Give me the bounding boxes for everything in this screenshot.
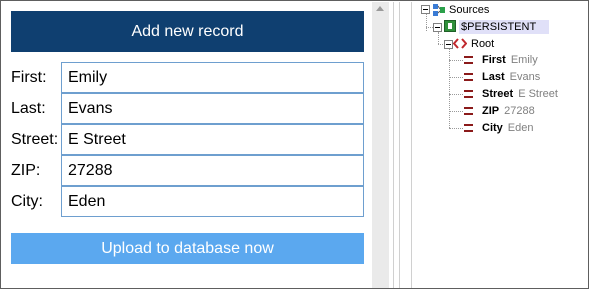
persistent-tree-icon [444,20,456,32]
collapse-root-toggle[interactable] [444,40,453,49]
attribute-icon [464,107,473,115]
attribute-icon [464,56,473,64]
leaf-value: Eden [507,122,534,134]
collapse-persistent-toggle[interactable] [433,23,442,32]
leaf-value: Emily [510,54,538,66]
tree-leaf-last[interactable]: Last Evans [482,71,540,84]
first-input[interactable]: Emily [61,62,364,93]
leaf-value: E Street [518,88,558,100]
leaf-name: City [482,122,503,134]
vertical-scrollbar[interactable] [372,2,389,288]
city-input[interactable]: Eden [61,186,364,217]
field-row-street: Street: E Street [11,124,364,155]
last-label: Last: [11,100,46,117]
guide-line [399,2,400,288]
tree-node-sources[interactable]: Sources [449,4,489,17]
tree-leaf-first[interactable]: First Emily [482,54,538,67]
street-input[interactable]: E Street [61,124,364,155]
leaf-name: First [482,54,506,66]
zip-label: ZIP: [11,162,41,179]
attribute-icon [464,124,473,132]
field-row-city: City: Eden [11,186,364,217]
collapse-sources-toggle[interactable] [421,5,430,14]
leaf-name: Street [482,88,514,100]
add-new-record-button[interactable]: Add new record [11,11,364,52]
first-label: First: [11,69,47,86]
guide-line [393,2,394,288]
tree-leaf-city[interactable]: City Eden [482,122,533,135]
leaf-name: ZIP [482,105,500,117]
guide-line [411,2,412,288]
tree-leaf-zip[interactable]: ZIP 27288 [482,105,535,118]
city-label: City: [11,193,43,210]
field-row-first: First: Emily [11,62,364,93]
field-row-zip: ZIP: 27288 [11,155,364,186]
attribute-icon [464,90,473,98]
tree-node-persistent[interactable]: $PERSISTENT [461,21,536,34]
tree-node-root[interactable]: Root [471,38,494,51]
street-label: Street: [11,131,59,148]
attribute-icon [464,73,473,81]
upload-to-database-button[interactable]: Upload to database now [11,233,364,264]
app-window: Add new record First: Emily Last: Evans … [0,0,589,289]
scroll-up-arrow-icon[interactable] [376,6,384,11]
last-input[interactable]: Evans [61,93,364,124]
leaf-name: Last [482,71,505,83]
sources-icon [433,4,445,16]
leaf-value: Evans [509,71,541,83]
leaf-value: 27288 [504,105,535,117]
field-row-last: Last: Evans [11,93,364,124]
zip-input[interactable]: 27288 [61,155,364,186]
tree-leaf-street[interactable]: Street E Street [482,88,558,101]
xml-element-icon [453,38,467,49]
